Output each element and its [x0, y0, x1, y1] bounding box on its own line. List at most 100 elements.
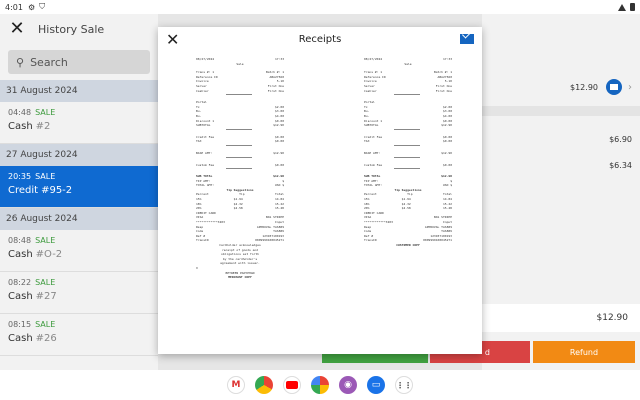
sale-method: Cash	[8, 121, 33, 132]
date-header: 26 August 2024	[0, 208, 158, 230]
tip-amount: $2.58	[233, 206, 243, 211]
receipt-value: $0.00	[442, 162, 452, 167]
receipt-label: TAX	[364, 139, 370, 144]
page-title: History Sale	[38, 22, 105, 36]
tip-total: 15.48	[274, 206, 284, 211]
status-bar: 4:01 ⚙ ⛉	[0, 0, 640, 14]
detail-total: $12.90	[482, 304, 640, 332]
wifi-icon	[618, 3, 626, 11]
close-icon[interactable]: ✕	[166, 30, 179, 49]
receipt-date: 08/27/2024	[196, 57, 215, 61]
receipt-label: TOTAL AMT:	[364, 183, 383, 188]
chevron-right-icon: ›	[628, 81, 632, 93]
receipt-label: Cashier	[364, 88, 377, 93]
battery-icon	[630, 3, 635, 11]
taskbar: M ◉ ▭ ⋮⋮	[0, 370, 640, 400]
receipt-label: BASE AMT:	[364, 150, 381, 155]
receipt-label: BASE AMT:	[196, 150, 213, 155]
date-header: 31 August 2024	[0, 80, 158, 102]
gear-icon: ⚙	[27, 2, 36, 12]
chrome-icon[interactable]	[255, 376, 273, 394]
receipt-date: 08/27/2024	[364, 57, 383, 61]
close-icon[interactable]: ✕	[8, 20, 26, 38]
files-icon[interactable]: ▭	[367, 376, 385, 394]
customer-receipt: 08/27/2024 17:33 Sale Trans #: 1 Batch #: …	[364, 57, 452, 248]
sale-time: 20:35	[8, 172, 32, 181]
receipt-time: 17:33	[274, 57, 284, 61]
card-field: TransID	[364, 238, 377, 243]
sale-kind: SALE	[35, 172, 56, 181]
mail-icon[interactable]	[460, 34, 474, 44]
sale-time: 08:22	[8, 278, 32, 287]
receipt-item-price: $12.90	[273, 123, 284, 128]
history-pane: ✕ History Sale ⚲ Search 31 August 2024 0…	[0, 14, 158, 370]
podcasts-icon[interactable]: ◉	[339, 376, 357, 394]
gmail-icon[interactable]: M	[227, 376, 245, 394]
receipt-value: $0.00	[274, 139, 284, 144]
sale-method: Cash	[8, 333, 33, 344]
sale-number: #95-2	[41, 185, 73, 196]
detail-amount: $12.90	[570, 82, 598, 92]
line-item-amount: $6.34	[609, 160, 632, 170]
copy-label: CUSTOMER COPY	[396, 243, 420, 247]
sale-number: #27	[35, 291, 57, 302]
sale-number: #2	[35, 121, 51, 132]
dialog-title: Receipts	[298, 33, 342, 45]
sale-item-selected[interactable]: 20:35 SALE Credit #95-2	[0, 166, 158, 208]
receipt-value: $12.90	[273, 150, 284, 155]
tip-total: 15.48	[442, 206, 452, 211]
copy-label: MERCHANT COPY	[228, 275, 252, 280]
receipt-label: Cashier	[196, 88, 209, 93]
receipt-value: USD $	[274, 183, 284, 188]
sale-method: Credit	[8, 185, 39, 196]
receipt-value: $0.00	[442, 139, 452, 144]
tip-amount: $2.58	[401, 206, 411, 211]
receipt-item: SUBTOTAL	[364, 123, 379, 128]
receipt-item-price: $12.90	[441, 123, 452, 128]
photos-icon[interactable]	[311, 376, 329, 394]
dialog-header: ✕ Receipts	[158, 27, 482, 51]
shield-icon: ⛉	[39, 2, 46, 11]
sale-kind: SALE	[35, 108, 56, 117]
receipt-value: First One	[267, 88, 284, 93]
sale-item[interactable]: 08:48 SALE Cash #O-2	[0, 230, 158, 272]
signature-line: X	[196, 265, 198, 270]
line-item-amount: $6.90	[609, 134, 632, 144]
sale-kind: SALE	[35, 320, 56, 329]
line-item-row: $6.90	[482, 126, 640, 152]
receipt-time: 17:33	[442, 57, 452, 61]
search-input[interactable]: ⚲ Search	[8, 50, 150, 74]
date-header: 27 August 2024	[0, 144, 158, 166]
sale-item[interactable]: 08:15 SALE Cash #26	[0, 314, 158, 356]
sale-kind: SALE	[35, 278, 56, 287]
sale-time: 08:48	[8, 236, 32, 245]
search-icon: ⚲	[16, 55, 25, 69]
sale-method: Cash	[8, 291, 33, 302]
app-grid-icon[interactable]: ⋮⋮	[395, 376, 413, 394]
sale-kind: SALE	[35, 236, 56, 245]
sale-item[interactable]: 04:48 SALE Cash #2	[0, 102, 158, 144]
refund-button[interactable]: Refund	[533, 341, 635, 363]
sale-number: #26	[35, 333, 57, 344]
clock: 4:01	[5, 2, 23, 12]
sale-item[interactable]: 08:22 SALE Cash #27	[0, 272, 158, 314]
mail-icon	[610, 84, 618, 90]
receipts-dialog: ✕ Receipts 08/27/2024 17:33 Sale Trans #:…	[158, 27, 482, 354]
merchant-receipt: 08/27/2024 17:33 Sale Trans #: 1 Batch #: …	[196, 57, 284, 280]
email-button[interactable]	[606, 79, 622, 95]
receipt-label: Custom Fee	[364, 162, 383, 167]
divider	[482, 106, 640, 116]
sale-method: Cash	[8, 249, 33, 260]
receipt-value: USD $	[442, 183, 452, 188]
receipt-label: TAX	[196, 139, 202, 144]
youtube-icon[interactable]	[283, 376, 301, 394]
receipt-label: TOTAL AMT:	[196, 183, 215, 188]
receipt-value: $12.90	[441, 150, 452, 155]
card-field: TransID	[196, 238, 209, 243]
detail-header-row[interactable]: $12.90 ›	[482, 74, 640, 100]
sale-time: 04:48	[8, 108, 32, 117]
receipt-item: SUBTOTAL	[196, 123, 211, 128]
receipt-value: First One	[435, 88, 452, 93]
receipt-value: $0.00	[274, 162, 284, 167]
sale-time: 08:15	[8, 320, 32, 329]
